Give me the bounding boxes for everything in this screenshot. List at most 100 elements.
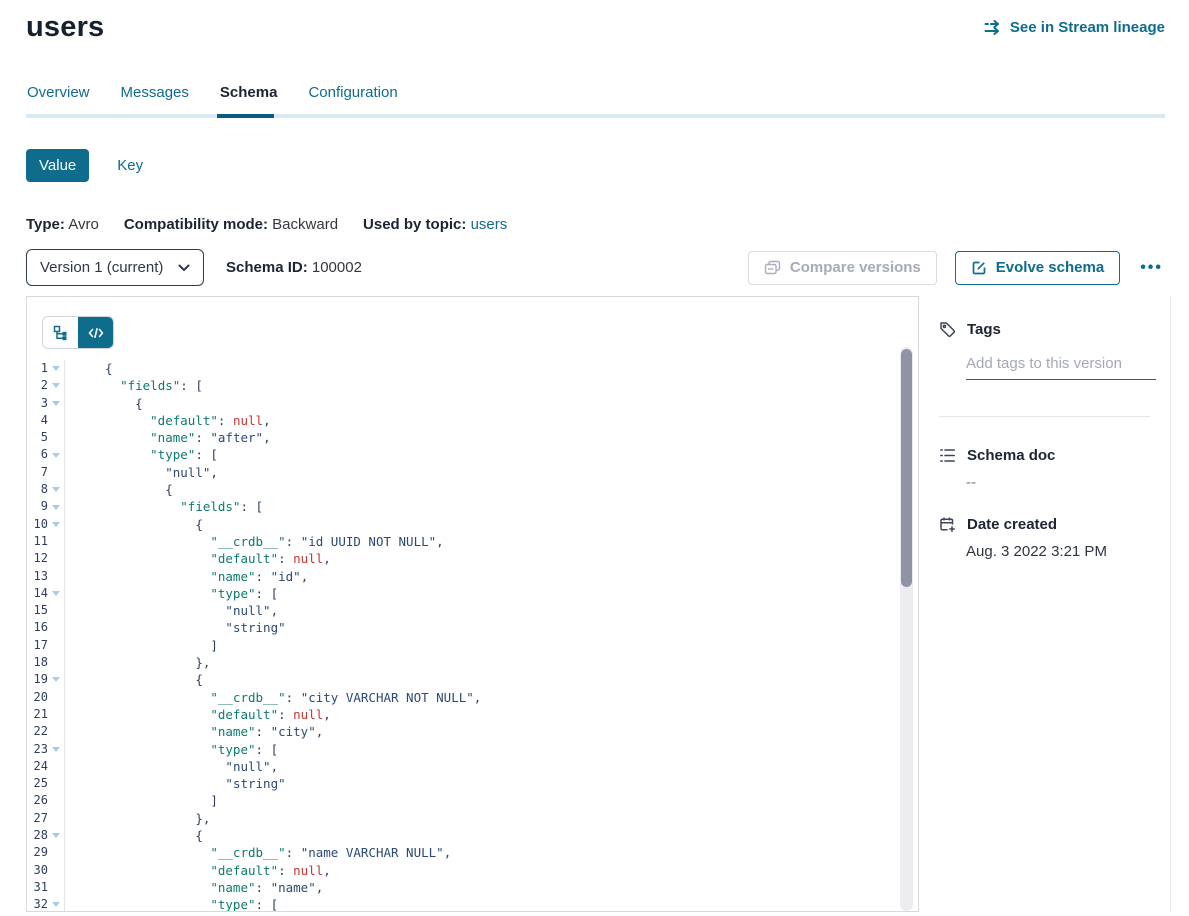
code-text[interactable]: "name": "city", (65, 723, 323, 740)
schema-sidebar: Tags Schema doc -- (935, 296, 1171, 912)
compare-versions-label: Compare versions (790, 259, 921, 276)
code-text[interactable]: { (65, 481, 173, 498)
version-select[interactable]: Version 1 (current) (26, 249, 204, 286)
stream-lineage-icon (984, 20, 1003, 35)
fold-toggle-icon[interactable] (48, 395, 64, 412)
fold-toggle-icon[interactable] (48, 498, 64, 515)
code-text[interactable]: "null", (65, 464, 218, 481)
gutter: 20 (27, 689, 65, 706)
code-line: 22 "name": "city", (27, 723, 918, 740)
fold-toggle-icon[interactable] (48, 446, 64, 463)
code-text[interactable]: "default": null, (65, 706, 331, 723)
line-number: 12 (27, 550, 48, 567)
code-text[interactable]: "type": [ (65, 446, 218, 463)
topic-meta: Used by topic: users (363, 216, 507, 233)
fold-toggle-icon[interactable] (48, 585, 64, 602)
code-view-toggle[interactable] (78, 317, 113, 348)
fold-toggle-icon[interactable] (48, 741, 64, 758)
tab-messages[interactable]: Messages (121, 84, 189, 114)
line-number: 31 (27, 879, 48, 896)
line-number: 16 (27, 619, 48, 636)
line-number: 13 (27, 568, 48, 585)
more-options-button[interactable]: ••• (1138, 257, 1165, 279)
code-icon (88, 326, 104, 340)
topic-link[interactable]: users (471, 216, 508, 233)
code-text[interactable]: "fields": [ (65, 377, 203, 394)
schema-doc-section: Schema doc -- (939, 447, 1156, 491)
line-number: 18 (27, 654, 48, 671)
editor-scrollbar-thumb[interactable] (901, 349, 912, 587)
editor-view-toggle (42, 316, 114, 349)
code-line: 31 "name": "name", (27, 879, 918, 896)
schema-id-label: Schema ID: (226, 259, 308, 276)
tab-configuration[interactable]: Configuration (308, 84, 397, 114)
code-text[interactable]: "fields": [ (65, 498, 263, 515)
fold-spacer (48, 568, 64, 585)
fold-spacer (48, 412, 64, 429)
code-text[interactable]: { (65, 827, 203, 844)
gutter: 24 (27, 758, 65, 775)
line-number: 23 (27, 741, 48, 758)
code-text[interactable]: "type": [ (65, 585, 278, 602)
schema-id: Schema ID: 100002 (226, 259, 362, 276)
tags-title: Tags (967, 321, 1001, 338)
line-number: 9 (27, 498, 48, 515)
fold-toggle-icon[interactable] (48, 896, 64, 912)
code-text[interactable]: "string" (65, 775, 286, 792)
evolve-schema-button[interactable]: Evolve schema (955, 251, 1120, 285)
gutter: 14 (27, 585, 65, 602)
code-text[interactable]: "default": null, (65, 862, 331, 879)
gutter: 21 (27, 706, 65, 723)
code-text[interactable]: "__crdb__": "name VARCHAR NULL", (65, 844, 451, 861)
code-text[interactable]: "type": [ (65, 741, 278, 758)
gutter: 31 (27, 879, 65, 896)
code-text[interactable]: { (65, 395, 143, 412)
code-line: 12 "default": null, (27, 550, 918, 567)
gutter: 8 (27, 481, 65, 498)
fold-toggle-icon[interactable] (48, 481, 64, 498)
code-text[interactable]: "__crdb__": "city VARCHAR NOT NULL", (65, 689, 481, 706)
code-text[interactable]: "default": null, (65, 412, 271, 429)
gutter: 7 (27, 464, 65, 481)
gutter: 6 (27, 446, 65, 463)
key-toggle-button[interactable]: Key (117, 157, 143, 174)
code-text[interactable]: { (65, 671, 203, 688)
code-text[interactable]: "string" (65, 619, 286, 636)
gutter: 28 (27, 827, 65, 844)
fold-toggle-icon[interactable] (48, 827, 64, 844)
tags-input[interactable] (966, 355, 1156, 380)
fold-toggle-icon[interactable] (48, 671, 64, 688)
compatibility-label: Compatibility mode: (124, 216, 268, 233)
code-text[interactable]: "null", (65, 602, 278, 619)
code-text[interactable]: "default": null, (65, 550, 331, 567)
code-text[interactable]: "__crdb__": "id UUID NOT NULL", (65, 533, 444, 550)
code-text[interactable]: "name": "after", (65, 429, 271, 446)
code-text[interactable]: "name": "name", (65, 879, 323, 896)
code-text[interactable]: "type": [ (65, 896, 278, 912)
stream-lineage-link[interactable]: See in Stream lineage (984, 19, 1165, 36)
code-line: 21 "default": null, (27, 706, 918, 723)
compare-versions-button[interactable]: Compare versions (748, 251, 937, 285)
tree-view-icon (53, 325, 69, 341)
code-text[interactable]: { (65, 360, 113, 377)
code-text[interactable]: { (65, 516, 203, 533)
code-line: 23 "type": [ (27, 741, 918, 758)
fold-toggle-icon[interactable] (48, 516, 64, 533)
code-text[interactable]: "name": "id", (65, 568, 308, 585)
code-text[interactable]: }, (65, 810, 210, 827)
tree-view-toggle[interactable] (43, 317, 78, 348)
value-toggle-button[interactable]: Value (26, 149, 89, 182)
fold-toggle-icon[interactable] (48, 360, 64, 377)
code-text[interactable]: ] (65, 792, 218, 809)
tab-schema[interactable]: Schema (220, 84, 278, 114)
line-number: 15 (27, 602, 48, 619)
code-text[interactable]: "null", (65, 758, 278, 775)
fold-toggle-icon[interactable] (48, 377, 64, 394)
active-tab-indicator (217, 114, 274, 118)
evolve-schema-label: Evolve schema (996, 259, 1104, 276)
code-text[interactable]: }, (65, 654, 210, 671)
code-text[interactable]: ] (65, 637, 218, 654)
editor-scrollbar[interactable] (900, 347, 913, 911)
tab-overview[interactable]: Overview (27, 84, 90, 114)
code-line: 16 "string" (27, 619, 918, 636)
